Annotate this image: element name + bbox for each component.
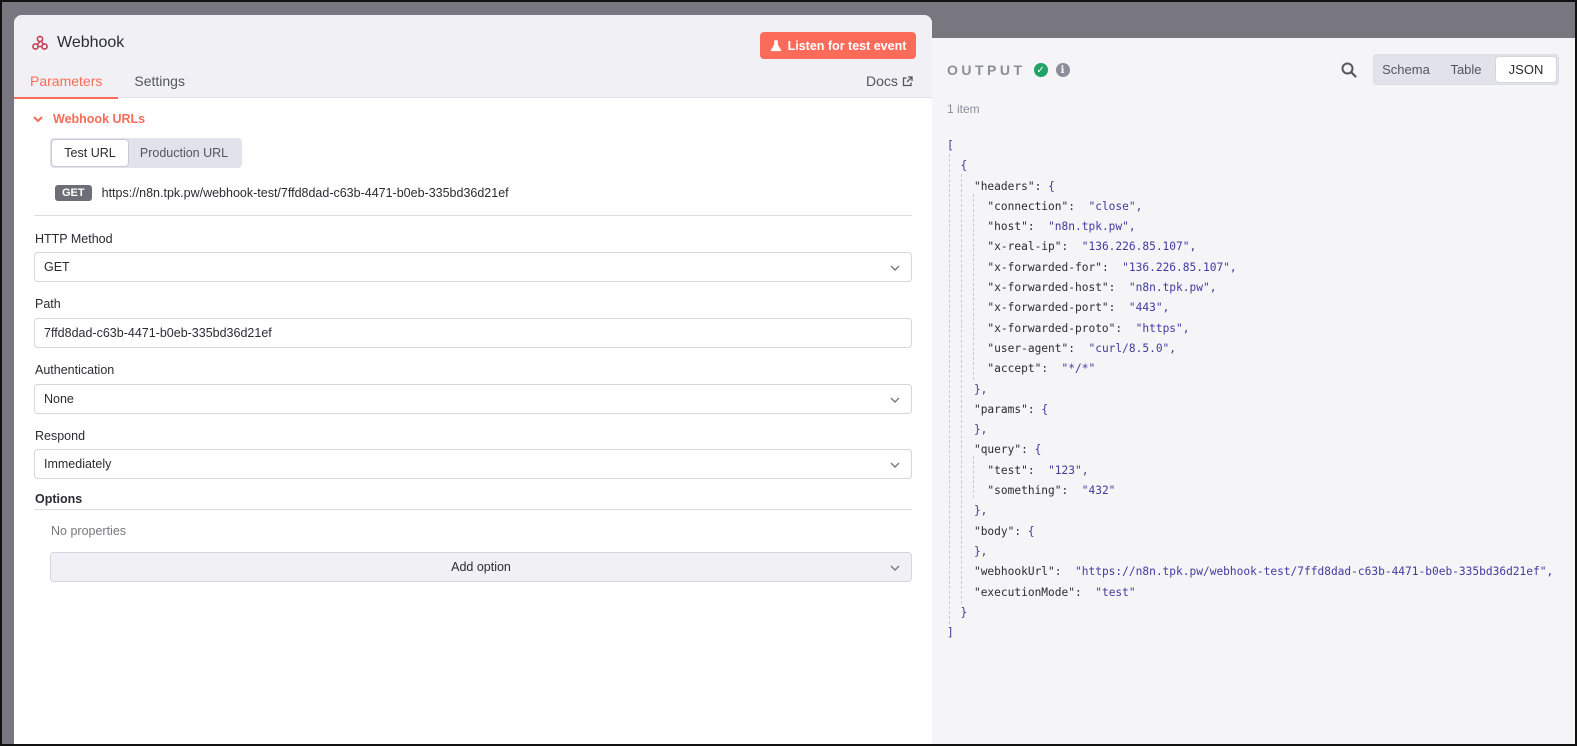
external-link-icon [902, 75, 913, 86]
json-line: "something": "432" [987, 484, 1116, 498]
path-input[interactable]: 7ffd8dad-c63b-4471-b0eb-335bd36d21ef [34, 318, 912, 348]
json-line: "x-forwarded-for": "136.226.85.107", [987, 260, 1237, 274]
success-check-icon: ✓ [1033, 63, 1048, 77]
tab-bar: Parameters Settings [14, 69, 201, 99]
http-method-label: HTTP Method [35, 232, 113, 246]
listen-button-label: Listen for test event [787, 38, 907, 53]
listen-for-test-event-button[interactable]: Listen for test event [760, 32, 916, 59]
json-output: [ { "headers": { "connection": "close", … [947, 136, 1567, 643]
chevron-down-icon [890, 462, 900, 468]
http-method-value: GET [44, 260, 70, 274]
chevron-down-icon [33, 116, 43, 123]
respond-select[interactable]: Immediately [34, 449, 912, 479]
json-line: "webhookUrl": "https://n8n.tpk.pw/webhoo… [973, 565, 1554, 579]
respond-value: Immediately [44, 457, 112, 471]
json-line: ] [947, 626, 954, 640]
json-line: "host": "n8n.tpk.pw", [987, 220, 1136, 234]
json-line: }, [947, 544, 988, 558]
add-option-label: Add option [451, 560, 511, 574]
webhook-url[interactable]: https://n8n.tpk.pw/webhook-test/7ffd8dad… [102, 186, 509, 200]
docs-link[interactable]: Docs [866, 73, 913, 89]
view-table-button[interactable]: Table [1436, 57, 1496, 82]
output-view-switch: Schema Table JSON [1373, 54, 1559, 85]
docs-label: Docs [866, 73, 898, 89]
tab-parameters[interactable]: Parameters [14, 69, 119, 99]
json-line: "x-forwarded-host": "n8n.tpk.pw", [987, 281, 1217, 295]
webhook-url-row[interactable]: GET https://n8n.tpk.pw/webhook-test/7ffd… [55, 185, 509, 201]
json-line: "query": { [973, 443, 1042, 457]
json-line: [ [947, 139, 954, 152]
flask-icon [770, 39, 782, 51]
path-value: 7ffd8dad-c63b-4471-b0eb-335bd36d21ef [44, 326, 272, 340]
options-label: Options [35, 492, 83, 506]
app-frame: OUTPUT ✓ i Schema Table JSON 1 item [ { … [0, 0, 1577, 746]
url-type-switch: Test URL Production URL [50, 138, 242, 168]
search-icon[interactable] [1340, 61, 1358, 79]
node-title-text: Webhook [57, 34, 125, 51]
json-line: } [947, 605, 968, 619]
webhook-icon [32, 35, 48, 50]
node-title: Webhook [32, 34, 124, 52]
parameters-panel: Webhook Listen for test event Parameters… [14, 15, 932, 744]
json-line: }, [947, 382, 988, 396]
chevron-down-icon [890, 265, 900, 271]
output-title: OUTPUT [947, 62, 1026, 78]
json-line: "x-forwarded-port": "443", [987, 301, 1170, 315]
panel-header: Webhook Listen for test event Parameters… [14, 15, 932, 99]
output-panel: OUTPUT ✓ i Schema Table JSON 1 item [ { … [930, 38, 1575, 744]
item-count: 1 item [947, 102, 980, 116]
production-url-button[interactable]: Production URL [128, 140, 240, 166]
info-icon[interactable]: i [1055, 63, 1070, 77]
json-line: }, [947, 423, 988, 437]
json-line: { [947, 159, 968, 173]
http-method-select[interactable]: GET [34, 252, 912, 282]
chevron-down-icon [890, 565, 900, 571]
no-properties-text: No properties [51, 524, 127, 538]
webhook-urls-label: Webhook URLs [53, 112, 146, 126]
json-line: }, [947, 504, 988, 518]
webhook-urls-toggle[interactable]: Webhook URLs [32, 112, 145, 126]
json-line: "accept": "*/*" [987, 362, 1096, 376]
authentication-label: Authentication [35, 363, 115, 377]
path-label: Path [35, 297, 61, 311]
view-json-button[interactable]: JSON [1496, 57, 1556, 82]
view-schema-button[interactable]: Schema [1376, 57, 1436, 82]
authentication-select[interactable]: None [34, 384, 912, 414]
json-line: "headers": { [973, 179, 1055, 193]
json-line: "connection": "close", [987, 199, 1143, 213]
json-line: "user-agent": "curl/8.5.0", [987, 341, 1177, 355]
json-line: "body": { [973, 524, 1035, 538]
json-line: "x-real-ip": "136.226.85.107", [987, 240, 1197, 254]
chevron-down-icon [890, 397, 900, 403]
method-badge: GET [55, 185, 92, 201]
test-url-button[interactable]: Test URL [52, 140, 128, 166]
divider [34, 215, 912, 216]
divider [34, 509, 912, 510]
tab-settings[interactable]: Settings [118, 69, 201, 98]
json-line: "test": "123", [987, 463, 1089, 477]
json-line: "x-forwarded-proto": "https", [987, 321, 1190, 335]
json-line: "params": { [973, 402, 1049, 416]
authentication-value: None [44, 392, 74, 406]
respond-label: Respond [35, 429, 86, 443]
json-line: "executionMode": "test" [973, 585, 1136, 599]
output-header: OUTPUT ✓ i [947, 60, 1070, 80]
add-option-button[interactable]: Add option [50, 552, 912, 582]
